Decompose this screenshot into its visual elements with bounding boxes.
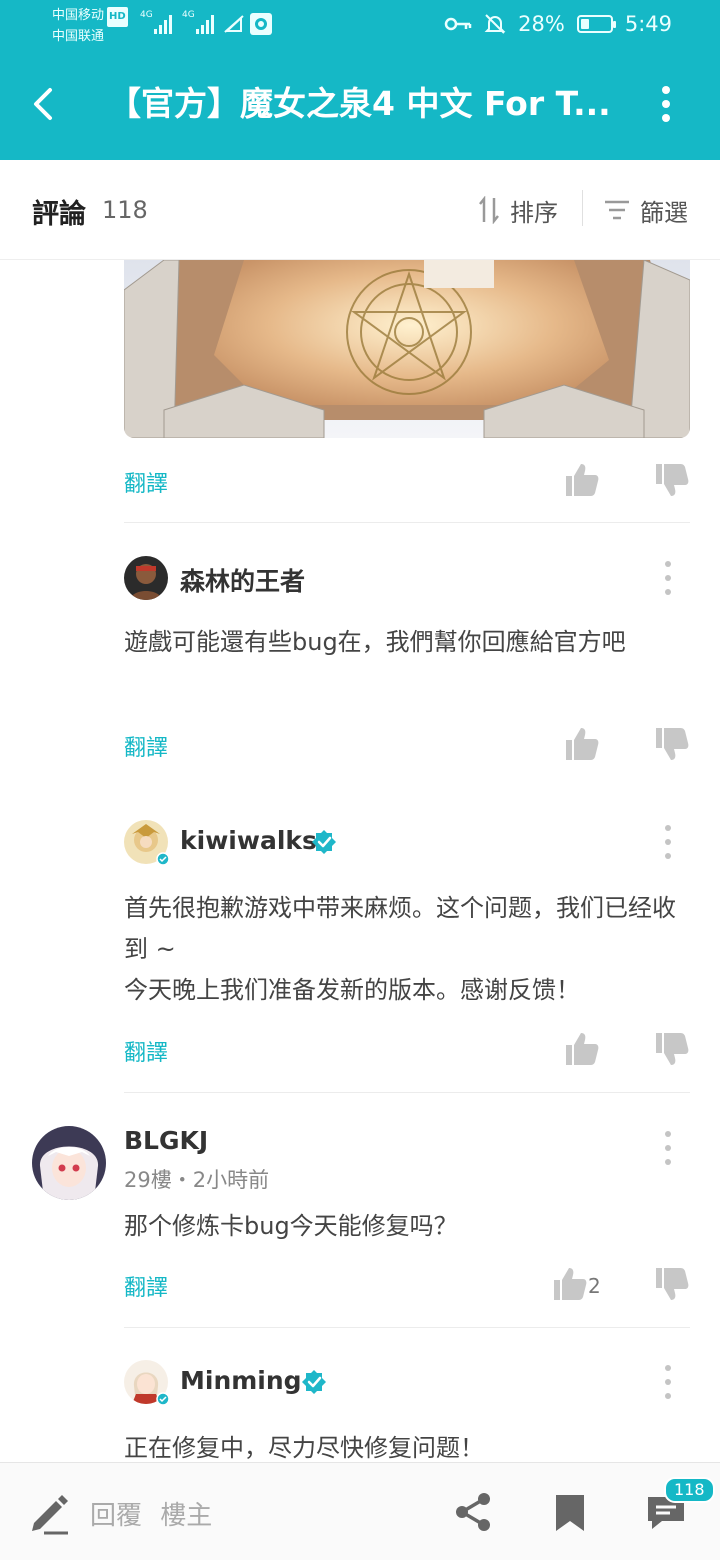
comments-header: 評論 118 排序 篩選 bbox=[0, 160, 720, 260]
comment-author[interactable]: Minming bbox=[180, 1366, 302, 1395]
thumbs-up-icon[interactable] bbox=[564, 726, 600, 762]
reply-target: 樓主 bbox=[160, 1501, 213, 1531]
filter-label: 篩選 bbox=[640, 198, 688, 227]
bookmark-icon[interactable] bbox=[552, 1493, 588, 1533]
edit-pencil-icon[interactable] bbox=[28, 1491, 72, 1535]
reply-label: 回覆 bbox=[90, 1501, 143, 1531]
signal-icon-2: 4G bbox=[182, 10, 214, 34]
app-header: 中国移动 HD 中国联通 4G 4G 28% 5:49 【官方】魔女之泉4 中文… bbox=[0, 0, 720, 160]
wifi-off-icon bbox=[224, 15, 244, 33]
thumbs-up-icon[interactable] bbox=[552, 1266, 588, 1302]
comments-label: 評論 bbox=[32, 199, 86, 230]
bell-off-icon bbox=[484, 14, 506, 34]
avatar[interactable] bbox=[32, 1126, 106, 1200]
carrier-1: 中国移动 bbox=[52, 8, 105, 23]
translate-link[interactable]: 翻譯 bbox=[124, 730, 168, 762]
thumbs-up-icon[interactable] bbox=[564, 462, 600, 498]
translate-link[interactable]: 翻譯 bbox=[124, 466, 168, 498]
sort-label: 排序 bbox=[510, 198, 558, 227]
reply-input[interactable]: 回覆 樓主 bbox=[90, 1495, 212, 1532]
battery-percent: 28% bbox=[518, 12, 565, 36]
comment-text: 那个修炼卡bug今天能修复吗？ bbox=[124, 1212, 458, 1240]
back-arrow-icon[interactable] bbox=[24, 80, 64, 128]
more-vert-icon[interactable] bbox=[658, 1126, 678, 1170]
carrier-info: 中国移动 HD 中国联通 bbox=[52, 6, 128, 47]
network-type-1: 4G bbox=[140, 10, 153, 20]
verified-badge-small-icon bbox=[156, 1392, 170, 1406]
translate-link[interactable]: 翻譯 bbox=[124, 1270, 168, 1302]
sort-icon bbox=[479, 196, 499, 224]
verified-badge-icon bbox=[302, 1370, 326, 1394]
comment-author[interactable]: BLGKJ bbox=[124, 1126, 208, 1155]
bottom-action-bar: 回覆 樓主 118 bbox=[0, 1462, 720, 1560]
comment-screenshot-image[interactable] bbox=[124, 260, 690, 438]
page-title: 【官方】魔女之泉4 中文 For T... bbox=[108, 84, 611, 123]
filter-icon bbox=[605, 200, 629, 220]
comment-divider bbox=[124, 1092, 690, 1093]
network-type-2: 4G bbox=[182, 10, 195, 20]
clock: 5:49 bbox=[624, 12, 672, 36]
more-vert-icon[interactable] bbox=[658, 820, 678, 864]
more-vert-icon[interactable] bbox=[650, 80, 682, 128]
like-count: 2 bbox=[588, 1274, 601, 1298]
comments-count: 118 bbox=[102, 196, 148, 224]
comment-author[interactable]: 森林的王者 bbox=[180, 562, 305, 598]
header-divider bbox=[582, 190, 583, 226]
thumbs-down-icon[interactable] bbox=[654, 1266, 690, 1302]
thumbs-up-icon[interactable] bbox=[564, 1031, 600, 1067]
battery-icon bbox=[576, 15, 616, 33]
comment-count-badge: 118 bbox=[664, 1477, 715, 1503]
translate-link[interactable]: 翻譯 bbox=[124, 1035, 168, 1067]
more-vert-icon[interactable] bbox=[658, 556, 678, 600]
comment-text: 正在修复中，尽力尽快修复问题！ bbox=[124, 1434, 484, 1462]
comment-author[interactable]: kiwiwalks bbox=[180, 826, 317, 855]
more-vert-icon[interactable] bbox=[658, 1360, 678, 1404]
share-icon[interactable] bbox=[452, 1491, 494, 1533]
thumbs-down-icon[interactable] bbox=[654, 1031, 690, 1067]
reply-divider bbox=[124, 1327, 690, 1328]
reply-divider bbox=[124, 522, 690, 523]
thumbs-down-icon[interactable] bbox=[654, 726, 690, 762]
signal-icon: 4G bbox=[140, 10, 172, 34]
thumbs-down-icon[interactable] bbox=[654, 462, 690, 498]
sort-button[interactable]: 排序 bbox=[478, 190, 558, 230]
comment-text: 遊戲可能還有些bug在，我們幫你回應給官方吧 bbox=[124, 628, 626, 656]
hd-badge: HD bbox=[107, 7, 128, 27]
verified-badge-small-icon bbox=[156, 852, 170, 866]
comment-thread: 翻譯 森林的王者 遊戲可能還有些bug在，我們幫你回應給官方吧 翻譯 kiwiw… bbox=[0, 260, 720, 1462]
key-icon bbox=[444, 17, 472, 31]
status-right: 28% 5:49 bbox=[444, 10, 672, 38]
verified-badge-icon bbox=[312, 830, 336, 854]
filter-button[interactable]: 篩選 bbox=[604, 190, 688, 230]
status-bar: 中国移动 HD 中国联通 4G 4G 28% 5:49 bbox=[0, 0, 720, 48]
comment-meta: 29樓・2小時前 bbox=[124, 1168, 270, 1192]
carrier-2: 中国联通 bbox=[52, 29, 105, 44]
comment-text-line-2: 今天晚上我们准备发新的版本。感谢反馈！ bbox=[124, 976, 580, 1004]
avatar[interactable] bbox=[124, 556, 168, 600]
comment-text: 首先很抱歉游戏中带来麻烦。这个问题，我们已经收到 ~ bbox=[124, 894, 676, 963]
app-notification-icon bbox=[250, 13, 272, 35]
